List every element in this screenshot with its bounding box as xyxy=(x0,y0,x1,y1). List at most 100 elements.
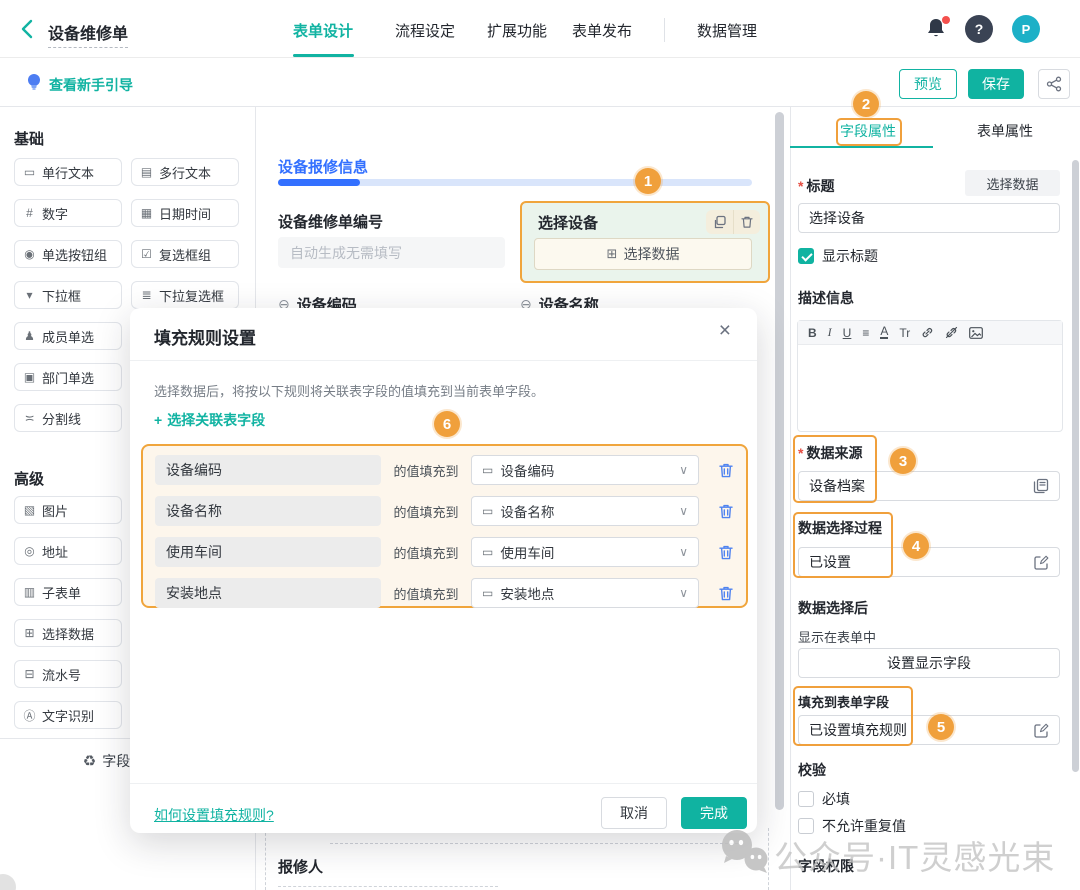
rule-source-field[interactable]: 设备名称 xyxy=(155,496,381,526)
reporter-field-dash xyxy=(278,886,498,887)
edit-icon[interactable] xyxy=(1034,723,1049,738)
document-title[interactable]: 设备维修单 xyxy=(48,20,128,48)
canvas-scrollbar[interactable] xyxy=(775,112,784,810)
panel-scrollbar[interactable] xyxy=(1072,160,1079,772)
chevron-down-icon: ∨ xyxy=(679,586,688,600)
link-button[interactable] xyxy=(921,326,934,339)
tab-extensions[interactable]: 扩展功能 xyxy=(487,20,547,41)
font-size-button[interactable]: Tr xyxy=(899,326,910,340)
fill-rules-box: 设备编码 的值填充到 ▭设备编码∨ 设备名称 的值填充到 ▭设备名称∨ 使用车间… xyxy=(141,444,748,608)
select-data-grey-button[interactable]: 选择数据 xyxy=(965,170,1060,196)
tab-flow-setting[interactable]: 流程设定 xyxy=(395,20,455,41)
form-designer-screen: 设备维修单 表单设计 流程设定 扩展功能 表单发布 数据管理 ? P 查看新手引… xyxy=(0,0,1080,890)
sidebar-item-checkbox-group[interactable]: ☑复选框组 xyxy=(131,240,239,268)
save-button[interactable]: 保存 xyxy=(968,69,1024,99)
sidebar-item-dropdown-multi[interactable]: ≣下拉复选框 xyxy=(131,281,239,309)
trash-icon xyxy=(718,462,734,479)
sidebar-item-divider-line[interactable]: ≍分割线 xyxy=(14,404,122,432)
data-source-field[interactable]: 设备档案 xyxy=(798,471,1060,501)
rule-target-dropdown[interactable]: ▭设备名称∨ xyxy=(471,496,699,526)
add-related-field-link[interactable]: + 选择关联表字段 xyxy=(154,410,265,430)
sidebar-item-number[interactable]: #数字 xyxy=(14,199,122,227)
required-checkbox-row[interactable]: 必填 xyxy=(798,789,850,809)
sidebar-item-dropdown[interactable]: ▾下拉框 xyxy=(14,281,122,309)
delete-rule-button[interactable] xyxy=(718,544,734,561)
close-icon[interactable]: × xyxy=(719,320,731,341)
italic-button[interactable]: I xyxy=(828,325,832,340)
delete-rule-button[interactable] xyxy=(718,585,734,602)
rule-source-field[interactable]: 安装地点 xyxy=(155,578,381,608)
sidebar-item-serial-number[interactable]: ⊟流水号 xyxy=(14,660,122,688)
required-checkbox[interactable] xyxy=(798,791,814,807)
delete-rule-button[interactable] xyxy=(718,462,734,479)
selected-field-select-device[interactable]: 选择设备 ⊞ 选择数据 xyxy=(520,201,770,283)
sidebar-item-label: 子表单 xyxy=(42,583,81,602)
tab-form-design[interactable]: 表单设计 xyxy=(293,20,353,41)
tab-form-properties[interactable]: 表单属性 xyxy=(977,121,1033,141)
choose-data-button[interactable]: ⊞ 选择数据 xyxy=(534,238,752,270)
title-property-label: *标题 xyxy=(798,176,834,196)
linked-form-icon[interactable] xyxy=(1033,478,1049,494)
sidebar-item-department-single[interactable]: ▣部门单选 xyxy=(14,363,122,391)
serial-field-input[interactable]: 自动生成无需填写 xyxy=(278,237,505,268)
preview-button[interactable]: 预览 xyxy=(899,69,957,99)
bold-button[interactable]: B xyxy=(808,326,817,340)
select-data-icon: ⊞ xyxy=(607,246,618,262)
serial-field-label[interactable]: 设备维修单编号 xyxy=(278,211,383,232)
lightbulb-icon xyxy=(25,72,43,92)
canvas-section-title[interactable]: 设备报修信息 xyxy=(278,156,368,177)
fill-rule-help-link[interactable]: 如何设置填充规则? xyxy=(154,805,274,825)
tab-data-management[interactable]: 数据管理 xyxy=(697,20,757,41)
trash-icon xyxy=(718,503,734,520)
rule-target-value: 设备编码 xyxy=(500,460,554,480)
back-button[interactable] xyxy=(16,17,40,41)
copy-field-button[interactable] xyxy=(706,210,733,234)
font-color-button[interactable]: A xyxy=(880,326,888,339)
insert-image-button[interactable] xyxy=(969,327,983,339)
rule-source-field[interactable]: 设备编码 xyxy=(155,455,381,485)
beginner-guide-link[interactable]: 查看新手引导 xyxy=(49,75,133,95)
rule-target-dropdown[interactable]: ▭使用车间∨ xyxy=(471,537,699,567)
text-field-icon: ▭ xyxy=(482,586,493,600)
align-button[interactable]: ≡ xyxy=(862,326,869,340)
rule-target-dropdown[interactable]: ▭设备编码∨ xyxy=(471,455,699,485)
radio-group-icon: ◉ xyxy=(23,247,36,261)
unlink-button[interactable] xyxy=(945,326,958,339)
underline-button[interactable]: U xyxy=(843,326,852,340)
sidebar-item-datetime[interactable]: ▦日期时间 xyxy=(131,199,239,227)
tab-field-properties[interactable]: 字段属性 xyxy=(840,121,896,141)
share-button[interactable] xyxy=(1038,69,1070,99)
sidebar-item-subform[interactable]: ▥子表单 xyxy=(14,578,122,606)
sidebar-item-ocr[interactable]: Ⓐ文字识别 xyxy=(14,701,122,729)
sidebar-item-address[interactable]: ◎地址 xyxy=(14,537,122,565)
set-display-fields-button[interactable]: 设置显示字段 xyxy=(798,648,1060,678)
sidebar-item-single-line-text[interactable]: ▭单行文本 xyxy=(14,158,122,186)
help-button[interactable]: ? xyxy=(965,15,993,43)
edit-icon[interactable] xyxy=(1034,555,1049,570)
rule-target-dropdown[interactable]: ▭安装地点∨ xyxy=(471,578,699,608)
description-editor[interactable]: B I U ≡ A Tr xyxy=(797,320,1063,432)
sidebar-item-select-data[interactable]: ⊞选择数据 xyxy=(14,619,122,647)
confirm-button[interactable]: 完成 xyxy=(681,797,747,829)
sidebar-item-radio-group[interactable]: ◉单选按钮组 xyxy=(14,240,122,268)
sidebar-item-multi-line-text[interactable]: ▤多行文本 xyxy=(131,158,239,186)
dropdown-icon: ▾ xyxy=(23,288,36,302)
delete-rule-button[interactable] xyxy=(718,503,734,520)
delete-field-button[interactable] xyxy=(733,210,760,234)
reporter-field-label[interactable]: 报修人 xyxy=(278,856,323,877)
cancel-button[interactable]: 取消 xyxy=(601,797,667,829)
user-avatar[interactable]: P xyxy=(1012,15,1040,43)
sidebar-item-member-single[interactable]: ♟成员单选 xyxy=(14,322,122,350)
show-in-form-label: 显示在表单中 xyxy=(798,627,876,646)
sidebar-item-label: 流水号 xyxy=(42,665,81,684)
show-title-checkbox-row[interactable]: 显示标题 xyxy=(798,246,878,266)
show-title-checkbox[interactable] xyxy=(798,248,814,264)
annotation-circle-2: 2 xyxy=(853,91,879,117)
rule-source-field[interactable]: 使用车间 xyxy=(155,537,381,567)
tab-form-publish[interactable]: 表单发布 xyxy=(572,20,632,41)
datetime-icon: ▦ xyxy=(140,206,153,220)
sidebar-item-image[interactable]: ▧图片 xyxy=(14,496,122,524)
title-value-input[interactable] xyxy=(798,203,1060,233)
notification-bell-button[interactable] xyxy=(925,16,951,42)
select-process-field[interactable]: 已设置 xyxy=(798,547,1060,577)
